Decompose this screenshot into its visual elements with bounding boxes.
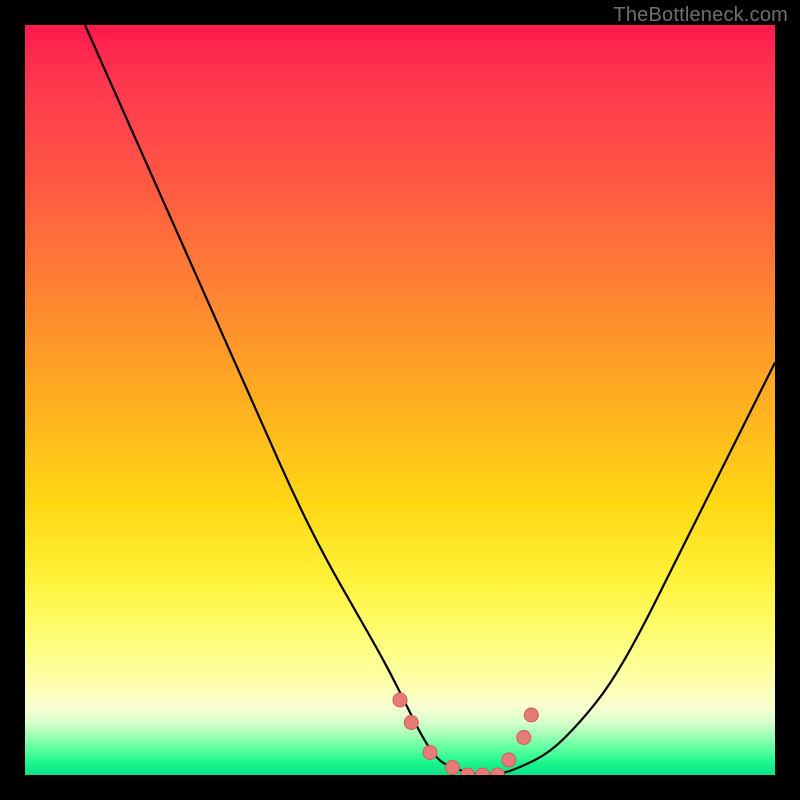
marker-point bbox=[524, 708, 538, 722]
chart-frame: TheBottleneck.com bbox=[0, 0, 800, 800]
chart-svg bbox=[25, 25, 775, 775]
marker-point bbox=[461, 768, 475, 775]
marker-point bbox=[476, 768, 490, 775]
plot-area bbox=[25, 25, 775, 775]
marker-point bbox=[502, 753, 516, 767]
marker-point bbox=[446, 761, 460, 775]
watermark-text: TheBottleneck.com bbox=[613, 4, 788, 27]
marker-point bbox=[517, 731, 531, 745]
marker-point bbox=[491, 768, 505, 775]
marker-point bbox=[423, 746, 437, 760]
marker-point bbox=[393, 693, 407, 707]
bottleneck-curve bbox=[85, 25, 775, 775]
highlight-markers bbox=[393, 693, 538, 775]
marker-point bbox=[404, 716, 418, 730]
